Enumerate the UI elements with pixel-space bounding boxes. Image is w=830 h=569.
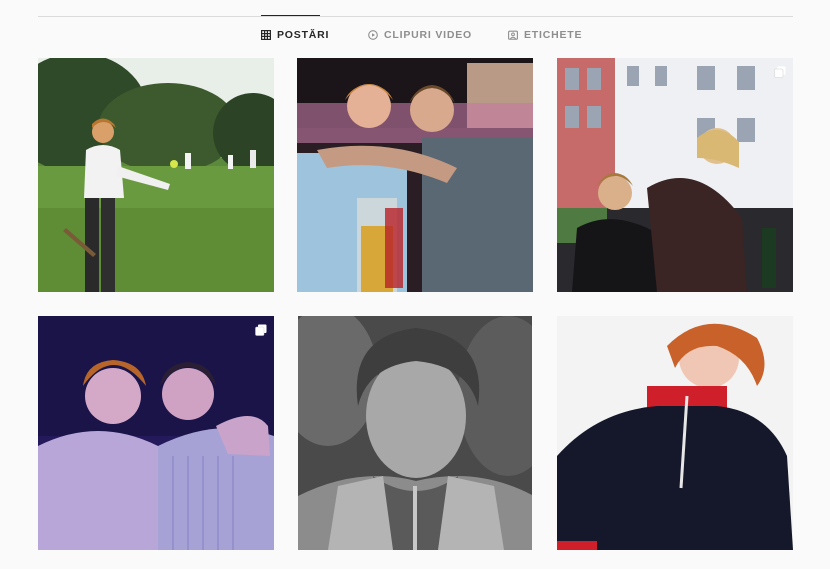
tab-posts-label: POSTĂRI [277,29,330,41]
post-tile-2[interactable] [297,58,533,292]
tag-person-icon [508,30,518,40]
tab-tagged[interactable]: ETICHETE [508,29,582,41]
post-tile-5[interactable] [298,316,532,550]
post-tile-4[interactable] [38,316,274,550]
post-tile-6[interactable] [557,316,793,550]
profile-tabs: POSTĂRI CLIPURI VIDEO ETICHETE [0,29,830,47]
tab-videos-label: CLIPURI VIDEO [384,29,472,41]
tabs-divider [38,16,793,17]
tab-tagged-label: ETICHETE [524,29,583,41]
play-circle-icon [368,30,378,40]
post-image [38,316,274,550]
post-image [557,316,793,550]
post-tile-3[interactable] [557,58,793,292]
post-image [297,58,533,292]
post-image [298,316,532,550]
grid-icon [261,30,271,40]
tab-videos[interactable]: CLIPURI VIDEO [368,29,472,41]
multiple-photos-icon [774,65,786,78]
multiple-photos-icon [255,323,267,336]
post-image [38,58,274,292]
active-tab-indicator [261,15,320,16]
tab-posts[interactable]: POSTĂRI [261,29,329,41]
post-image [557,58,793,292]
post-tile-1[interactable] [38,58,274,292]
